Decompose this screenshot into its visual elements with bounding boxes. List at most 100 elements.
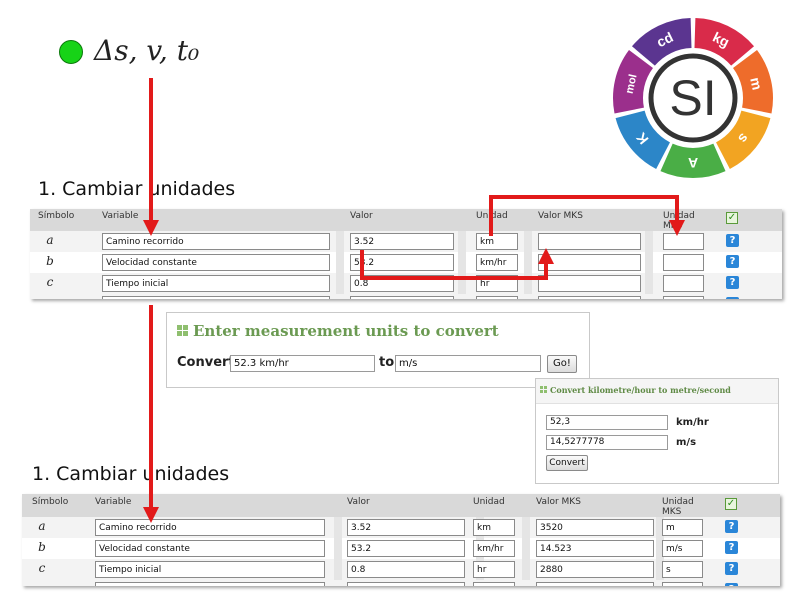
header-simbolo: Símbolo — [32, 497, 69, 507]
mks-value-field[interactable] — [538, 296, 641, 299]
unit-field[interactable]: km/hr — [476, 254, 518, 271]
convert-button[interactable]: Convert — [546, 455, 588, 471]
column-separator — [336, 231, 344, 252]
mks-unit-field[interactable]: s — [662, 561, 703, 578]
variable-field[interactable]: Velocidad constante — [95, 540, 325, 557]
header-variable: Variable — [95, 497, 132, 507]
column-separator — [334, 538, 342, 559]
variable-field[interactable] — [102, 296, 330, 299]
checkbox-icon[interactable]: ✓ — [725, 498, 737, 510]
units-table-bottom: Símbolo Variable Valor Unidad Valor MKS … — [22, 494, 780, 586]
mks-unit-field[interactable]: m — [662, 519, 703, 536]
question-icon[interactable]: ? — [726, 297, 739, 299]
mks-value-field[interactable]: 2880 — [536, 561, 654, 578]
header-unidad: Unidad — [476, 211, 508, 221]
header-valor-mks: Valor MKS — [536, 497, 581, 507]
variable-field[interactable] — [95, 582, 325, 586]
mks-value-field[interactable] — [538, 233, 641, 250]
table-row: c Tiempo inicial 0.8 hr? — [30, 273, 782, 294]
value-field[interactable]: 0.8 — [350, 275, 454, 292]
column-separator — [458, 231, 466, 252]
mks-unit-field[interactable] — [663, 254, 704, 271]
value-field[interactable]: 3.52 — [350, 233, 454, 250]
mks-value-field[interactable] — [538, 275, 641, 292]
kmh-unit-label: km/hr — [676, 417, 709, 428]
column-separator — [522, 517, 530, 538]
header-valor-mks: Valor MKS — [538, 211, 583, 221]
table-row: a Camino recorrido 3.52 km 3520 m? — [22, 517, 780, 538]
green-dot-icon — [59, 40, 83, 64]
unit-field[interactable]: hr — [476, 275, 518, 292]
question-icon[interactable]: ? — [726, 255, 739, 268]
to-unit-input[interactable]: m/s — [395, 355, 541, 372]
mks-unit-field[interactable] — [663, 275, 704, 292]
mks-unit-field[interactable] — [662, 582, 703, 586]
question-icon[interactable]: ? — [725, 562, 738, 575]
variable-field[interactable]: Velocidad constante — [102, 254, 330, 271]
table-header: Símbolo Variable Valor Unidad Valor MKS … — [30, 209, 782, 231]
variable-field[interactable]: Camino recorrido — [95, 519, 325, 536]
column-separator — [458, 273, 466, 294]
kmh-to-ms-converter: Convert kilometre/hour to metre/second 5… — [535, 378, 779, 484]
value-field[interactable]: 3.52 — [347, 519, 465, 536]
variable-field[interactable]: Camino recorrido — [102, 233, 330, 250]
mks-unit-field[interactable] — [663, 296, 704, 299]
value-field[interactable] — [347, 582, 465, 586]
unit-field[interactable] — [476, 296, 518, 299]
unit-field[interactable]: km — [476, 233, 518, 250]
go-button[interactable]: Go! — [547, 355, 577, 373]
question-icon[interactable]: ? — [725, 583, 738, 586]
header-unidad-mks: Unidad MKS — [663, 211, 695, 231]
ms-output[interactable]: 14,5277778 — [546, 435, 668, 450]
header-unidad: Unidad — [473, 497, 505, 507]
question-icon[interactable]: ? — [726, 234, 739, 247]
kmh-input[interactable]: 52,3 — [546, 415, 668, 430]
unit-field[interactable] — [473, 582, 515, 586]
table-row: ? — [30, 294, 782, 299]
mks-unit-field[interactable]: m/s — [662, 540, 703, 557]
column-separator — [336, 252, 344, 273]
units-table-top: Símbolo Variable Valor Unidad Valor MKS … — [30, 209, 782, 299]
column-separator — [645, 252, 653, 273]
value-field[interactable] — [350, 296, 454, 299]
row-symbol: b — [38, 540, 46, 554]
formula-text: Δs, v, t₀ — [94, 34, 200, 67]
question-icon[interactable]: ? — [725, 520, 738, 533]
mks-value-field[interactable] — [536, 582, 654, 586]
section-title-top: 1. Cambiar unidades — [38, 178, 236, 200]
value-field[interactable]: 53.2 — [350, 254, 454, 271]
header-valor: Valor — [347, 497, 370, 507]
header-unidad-mks: Unidad MKS — [662, 497, 694, 517]
table-header: Símbolo Variable Valor Unidad Valor MKS … — [22, 494, 780, 517]
unit-field[interactable]: hr — [473, 561, 515, 578]
question-icon[interactable]: ? — [725, 541, 738, 554]
column-separator — [336, 273, 344, 294]
column-separator — [524, 273, 532, 294]
table-row: ? — [22, 580, 780, 586]
mks-unit-field[interactable] — [663, 233, 704, 250]
unit-field[interactable]: km/hr — [473, 540, 515, 557]
si-logo: SI kgmsAKmolcd — [613, 18, 773, 178]
variable-field[interactable]: Tiempo inicial — [95, 561, 325, 578]
unit-converter-box: Enter measurement units to convert Conve… — [166, 312, 590, 388]
question-icon[interactable]: ? — [726, 276, 739, 289]
mks-value-field[interactable]: 3520 — [536, 519, 654, 536]
value-field[interactable]: 0.8 — [347, 561, 465, 578]
header-variable: Variable — [102, 211, 139, 221]
mks-value-field[interactable] — [538, 254, 641, 271]
converter-small-title: Convert kilometre/hour to metre/second — [550, 385, 731, 395]
row-symbol: c — [46, 275, 54, 289]
column-separator — [458, 252, 466, 273]
checkbox-icon[interactable]: ✓ — [726, 212, 738, 224]
row-symbol: b — [46, 254, 54, 268]
column-separator — [524, 231, 532, 252]
unit-field[interactable]: km — [473, 519, 515, 536]
variable-field[interactable]: Tiempo inicial — [102, 275, 330, 292]
mks-value-field[interactable]: 14.523 — [536, 540, 654, 557]
value-field[interactable]: 53.2 — [347, 540, 465, 557]
grid-icon — [177, 325, 189, 337]
from-unit-input[interactable]: 52.3 km/hr — [230, 355, 375, 372]
column-separator — [522, 559, 530, 580]
row-symbol: a — [38, 519, 46, 533]
convert-label: Convert — [177, 355, 235, 370]
